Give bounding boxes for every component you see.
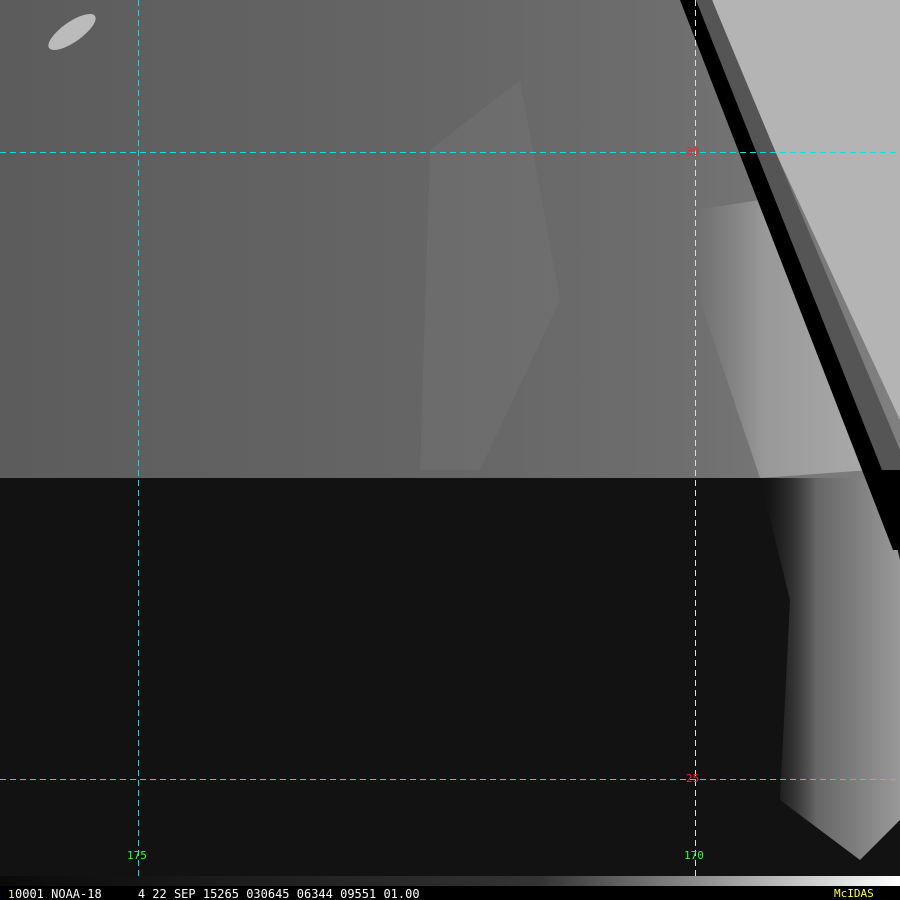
lat-label-30: 30 [686, 145, 700, 158]
lower-scan-region [0, 478, 900, 886]
info-footer: 1 0001 NOAA-18 4 22 SEP 15265 030645 063… [0, 886, 900, 900]
frame-number: 1 [8, 888, 15, 900]
satellite-image [0, 0, 900, 886]
image-info-line: 0001 NOAA-18 4 22 SEP 15265 030645 06344… [15, 887, 420, 900]
lat-label-25: 25 [686, 772, 700, 785]
mcidas-logo: McIDAS [834, 887, 874, 900]
lon-label-170: 170 [684, 849, 704, 862]
grayscale-colorbar [0, 876, 900, 886]
lon-label-175: 175 [127, 849, 147, 862]
satellite-image-viewer: 30 25 175 170 1 0001 NOAA-18 4 22 SEP 15… [0, 0, 900, 900]
